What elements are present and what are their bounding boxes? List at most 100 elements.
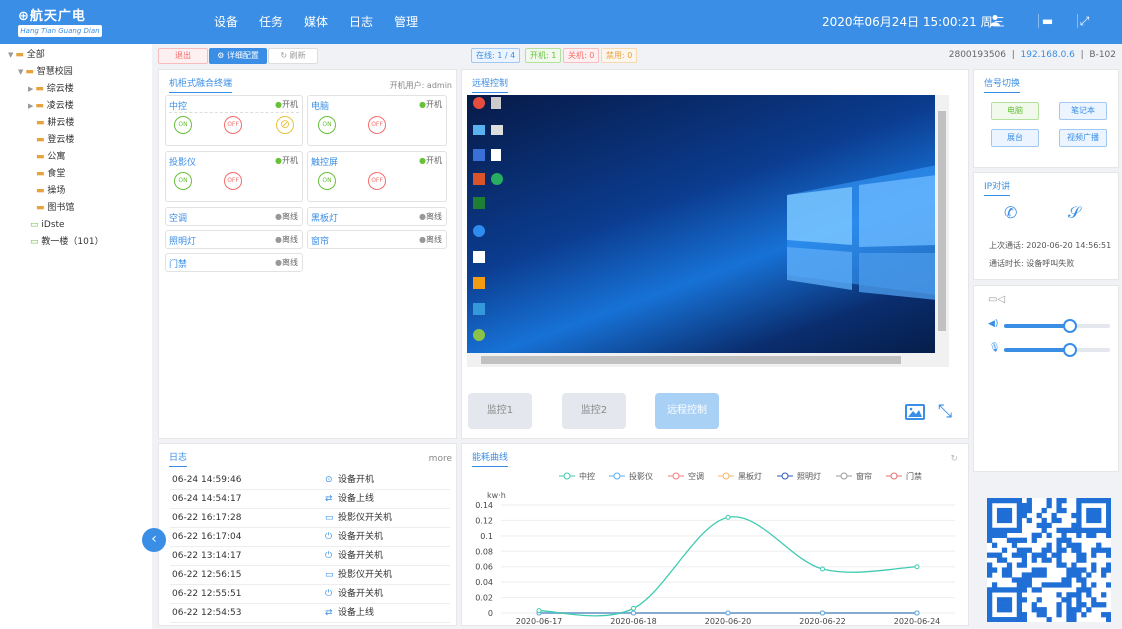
nav-item-manage[interactable]: 管理 <box>394 0 418 44</box>
exit-button[interactable]: 退出 <box>158 48 208 64</box>
qr-code <box>987 498 1112 623</box>
hearing-icon[interactable]: 𝒮 <box>1068 203 1088 223</box>
tree-item-building[interactable]: ▬ 操场 <box>36 184 65 198</box>
log-event: 投影仪开关机 <box>338 570 393 580</box>
refresh-button[interactable]: ↻ 刷新 <box>268 48 318 64</box>
tree-item-all[interactable]: ▼ ▬ 全部 <box>8 48 45 62</box>
tree-item-building[interactable]: ▬ 图书馆 <box>36 201 74 215</box>
tree-item-campus[interactable]: ▼ ▬ 智慧校园 <box>18 65 73 79</box>
fullscreen-icon[interactable]: ⤢ <box>1077 14 1091 28</box>
monitor1-button[interactable]: 监控1 <box>468 393 532 429</box>
qr-module <box>1051 582 1057 588</box>
status-badge: ●离线 <box>275 258 298 267</box>
collapse-left-button[interactable]: ‹ <box>142 528 166 552</box>
tree-item-room[interactable]: ▭ 教一楼（101） <box>30 235 104 249</box>
x-tick-label: 2020-06-18 <box>610 617 657 626</box>
slider-fill <box>1004 348 1070 352</box>
qr-module <box>1006 602 1013 608</box>
qr-module <box>1056 527 1062 534</box>
qr-module <box>1041 527 1047 534</box>
qr-module <box>1036 522 1042 529</box>
remote-control-button[interactable]: 远程控制 <box>655 393 719 429</box>
tree-item-building[interactable]: ▬ 公寓 <box>36 150 65 164</box>
qr-module <box>996 517 1003 524</box>
qr-module <box>1096 512 1102 519</box>
phone-icon[interactable]: ✆ <box>1004 203 1024 223</box>
qr-module <box>1076 527 1082 534</box>
qr-module <box>1011 587 1018 593</box>
tree-item-building[interactable]: ▬ 耕云楼 <box>36 116 74 130</box>
power-on-button[interactable]: ON <box>174 116 192 134</box>
monitor2-button[interactable]: 监控2 <box>562 393 626 429</box>
power-off-button[interactable]: OFF <box>368 116 386 134</box>
qr-module <box>1056 592 1062 598</box>
qr-module <box>1036 552 1042 558</box>
tree-item-building[interactable]: ▬ 食堂 <box>36 167 65 181</box>
qr-module <box>1016 602 1023 608</box>
tree-item-room[interactable]: ▭ iDste <box>30 218 65 232</box>
qr-module <box>1096 527 1102 534</box>
minimize-icon[interactable]: ▬ <box>1038 14 1056 28</box>
tree-item-building[interactable]: ▶ ▬ 凌云楼 <box>28 99 74 113</box>
qr-module <box>1071 567 1077 573</box>
slider-knob[interactable] <box>1062 343 1077 357</box>
qr-module <box>1076 512 1082 519</box>
qr-module <box>1066 542 1072 548</box>
signal-option[interactable]: 电脑 <box>991 102 1039 120</box>
user-icon[interactable] <box>988 14 1002 28</box>
slider-knob[interactable] <box>1062 319 1077 333</box>
nav-item-task[interactable]: 任务 <box>259 0 283 44</box>
disable-icon[interactable]: ⊘ <box>276 116 294 134</box>
qr-module <box>1016 577 1023 583</box>
signal-option[interactable]: 视频广播 <box>1059 129 1107 147</box>
power-off-button[interactable]: OFF <box>368 172 386 190</box>
fullscreen-icon[interactable]: ⤡ <box>935 403 955 421</box>
y-tick-label: 0 <box>488 609 493 618</box>
more-link[interactable]: more <box>429 454 452 464</box>
qr-module <box>1091 498 1097 504</box>
nav-item-device[interactable]: 设备 <box>214 0 238 44</box>
x-tick-label: 2020-06-22 <box>799 617 846 626</box>
qr-module <box>1076 557 1082 563</box>
signal-option[interactable]: 笔记本 <box>1059 102 1107 120</box>
qr-module <box>991 587 998 593</box>
mic-volume-slider[interactable] <box>1004 343 1110 357</box>
qr-module <box>996 587 1003 593</box>
qr-module <box>1106 582 1112 588</box>
qr-module <box>1091 507 1097 514</box>
qr-module <box>1071 527 1077 534</box>
qr-module <box>1021 617 1027 623</box>
qr-module <box>1101 592 1107 598</box>
tree-item-building[interactable]: ▬ 登云楼 <box>36 133 74 147</box>
nav-item-media[interactable]: 媒体 <box>304 0 328 44</box>
image-icon[interactable] <box>905 404 925 420</box>
vertical-scrollbar[interactable] <box>935 95 949 367</box>
qr-module <box>987 587 993 593</box>
ip-talk-panel: IP对讲 ✆ 𝒮 上次通话: 2020-06-20 14:56:51 通话时长:… <box>973 172 1119 280</box>
stat-online: 在线: 1 / 4 <box>471 48 521 63</box>
qr-module <box>991 567 998 573</box>
config-button[interactable]: ⚙ 详细配置 <box>209 48 267 64</box>
qr-module <box>987 572 993 578</box>
qr-module <box>1021 577 1027 583</box>
nav-item-log[interactable]: 日志 <box>349 0 373 44</box>
power-on-button[interactable]: ON <box>174 172 192 190</box>
qr-module <box>1066 572 1072 578</box>
qr-module <box>1106 617 1112 623</box>
power-off-button[interactable]: OFF <box>224 172 242 190</box>
qr-module <box>1081 498 1087 504</box>
energy-chart: 中控 投影仪 空调 黑板灯 照明灯 窗帘 门禁 kw·h0.14 0.12 0.1 0.08 0.06… <box>475 471 955 626</box>
power-on-button[interactable]: ON <box>318 172 336 190</box>
power-off-button[interactable]: OFF <box>224 116 242 134</box>
legend-label: 空调 <box>688 471 704 481</box>
qr-module <box>1001 597 1008 603</box>
signal-option[interactable]: 展台 <box>991 129 1039 147</box>
qr-module <box>1016 512 1023 519</box>
qr-module <box>987 562 993 568</box>
power-on-button[interactable]: ON <box>318 116 336 134</box>
qr-module <box>1006 498 1013 504</box>
remote-desktop-view[interactable] <box>467 95 949 367</box>
speaker-volume-slider[interactable] <box>1004 319 1110 333</box>
tree-item-building[interactable]: ▶ ▬ 综云楼 <box>28 82 74 96</box>
horizontal-scrollbar[interactable] <box>467 353 935 367</box>
